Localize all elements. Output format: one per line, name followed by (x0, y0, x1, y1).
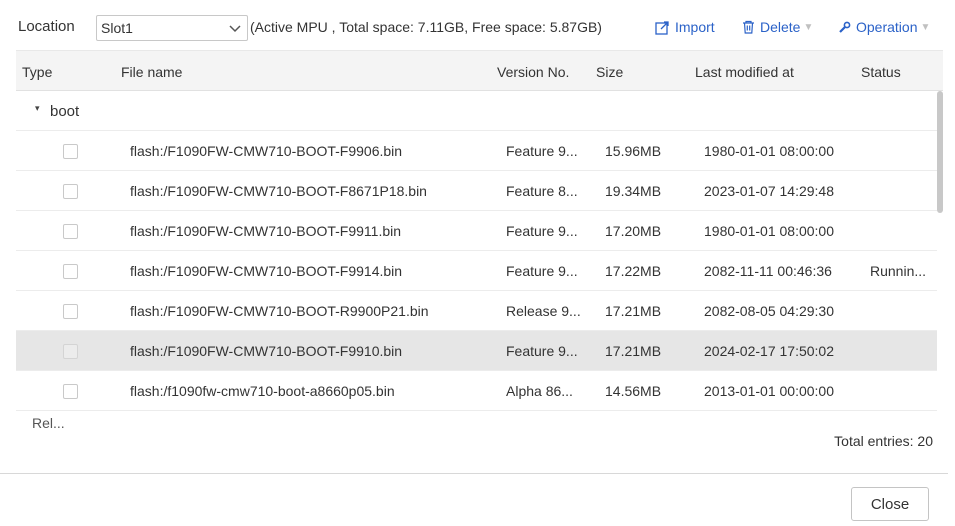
file-name-cell: flash:/F1090FW-CMW710-BOOT-F9906.bin (130, 143, 403, 159)
location-select-value: Slot1 (101, 20, 133, 36)
table-row[interactable]: flash:/F1090FW-CMW710-BOOT-F9911.bin Fea… (16, 211, 937, 251)
chevron-down-icon (229, 25, 241, 33)
file-name-cell: flash:/F1090FW-CMW710-BOOT-F9911.bin (130, 223, 402, 239)
row-checkbox[interactable] (63, 384, 78, 399)
size-cell: 15.96MB (605, 143, 662, 159)
size-cell: 17.21MB (605, 303, 662, 319)
modified-cell: 2023-01-07 14:29:48 (704, 183, 834, 199)
column-header-version[interactable]: Version No. (497, 64, 569, 80)
size-cell: 17.21MB (605, 343, 662, 359)
wrench-icon (839, 21, 851, 33)
table-header: Type File name Version No. Size Last mod… (16, 50, 943, 91)
file-table: Type File name Version No. Size Last mod… (16, 50, 943, 428)
version-cell: Feature 9... (506, 263, 578, 279)
table-row[interactable]: flash:/F1090FW-CMW710-BOOT-F9906.bin Fea… (16, 131, 937, 171)
file-name-cell: flash:/F1090FW-CMW710-BOOT-F9910.bin (130, 343, 403, 359)
status-cell: Runnin... (870, 263, 927, 279)
table-row-selected[interactable]: flash:/F1090FW-CMW710-BOOT-F9910.bin Fea… (16, 331, 937, 371)
table-row[interactable]: flash:/f1090fw-cmw710-boot-a8660p05.bin … (16, 371, 937, 411)
version-cell: Feature 9... (506, 143, 578, 159)
row-checkbox[interactable] (63, 304, 78, 319)
vertical-scrollbar[interactable] (937, 91, 943, 428)
caret-down-icon: ▼ (803, 21, 814, 33)
file-name-cell: flash:/F1090FW-CMW710-BOOT-F8671P18.bin (130, 183, 427, 199)
table-row[interactable]: flash:/F1090FW-CMW710-BOOT-F9914.bin Fea… (16, 251, 937, 291)
group-label: boot (50, 103, 80, 120)
modified-cell: 2013-01-01 00:00:00 (704, 383, 834, 399)
column-header-file-name[interactable]: File name (121, 64, 182, 80)
partial-group-label: Rel... (32, 415, 65, 428)
import-icon (655, 20, 669, 35)
size-cell: 17.20MB (605, 223, 662, 239)
footer-divider (0, 473, 948, 474)
modified-cell: 2024-02-17 17:50:02 (704, 343, 834, 359)
toolbar: Location Slot1 (Active MPU , Total space… (0, 0, 955, 50)
file-name-cell: flash:/f1090fw-cmw710-boot-a8660p05.bin (130, 383, 395, 399)
location-select[interactable]: Slot1 (96, 15, 248, 41)
scrollbar-thumb[interactable] (937, 91, 943, 213)
version-cell: Feature 9... (506, 223, 578, 239)
delete-button[interactable]: Delete ▼ (742, 19, 813, 35)
space-info: (Active MPU , Total space: 7.11GB, Free … (250, 19, 602, 35)
operation-label: Operation (856, 19, 918, 35)
import-button[interactable]: Import (655, 19, 715, 35)
modified-cell: 2082-11-11 00:46:36 (704, 263, 832, 279)
modified-cell: 2082-08-05 04:29:30 (704, 303, 834, 319)
table-body: ▾ boot flash:/F1090FW-CMW710-BOOT-F9906.… (16, 91, 937, 428)
size-cell: 17.22MB (605, 263, 662, 279)
version-cell: Release 9... (506, 303, 581, 319)
size-cell: 19.34MB (605, 183, 662, 199)
row-checkbox[interactable] (63, 224, 78, 239)
column-header-size[interactable]: Size (596, 64, 623, 80)
column-header-last-modified[interactable]: Last modified at (695, 64, 794, 80)
modified-cell: 1980-01-01 08:00:00 (704, 143, 834, 159)
delete-label: Delete (760, 19, 801, 35)
version-cell: Feature 8... (506, 183, 578, 199)
table-row[interactable]: flash:/F1090FW-CMW710-BOOT-F8671P18.bin … (16, 171, 937, 211)
file-name-cell: flash:/F1090FW-CMW710-BOOT-R9900P21.bin (130, 303, 429, 319)
version-cell: Alpha 86... (506, 383, 573, 399)
modified-cell: 1980-01-01 08:00:00 (704, 223, 834, 239)
table-row[interactable]: flash:/F1090FW-CMW710-BOOT-R9900P21.bin … (16, 291, 937, 331)
group-row-boot[interactable]: ▾ boot (16, 91, 937, 131)
row-checkbox[interactable] (63, 264, 78, 279)
trash-icon (743, 20, 754, 34)
location-label: Location (18, 18, 75, 35)
version-cell: Feature 9... (506, 343, 578, 359)
import-label: Import (675, 19, 715, 35)
column-header-status[interactable]: Status (861, 64, 901, 80)
row-checkbox[interactable] (63, 184, 78, 199)
row-checkbox[interactable] (63, 144, 78, 159)
group-row-partial[interactable]: Rel... (16, 411, 937, 428)
file-name-cell: flash:/F1090FW-CMW710-BOOT-F9914.bin (130, 263, 403, 279)
operation-button[interactable]: Operation ▼ (838, 19, 930, 35)
size-cell: 14.56MB (605, 383, 662, 399)
close-button[interactable]: Close (851, 487, 929, 521)
caret-down-icon: ▼ (920, 21, 931, 33)
collapse-toggle-icon[interactable]: ▾ (35, 103, 40, 114)
column-header-type[interactable]: Type (22, 64, 52, 80)
total-entries: Total entries: 20 (834, 433, 933, 449)
row-checkbox[interactable] (63, 344, 78, 359)
